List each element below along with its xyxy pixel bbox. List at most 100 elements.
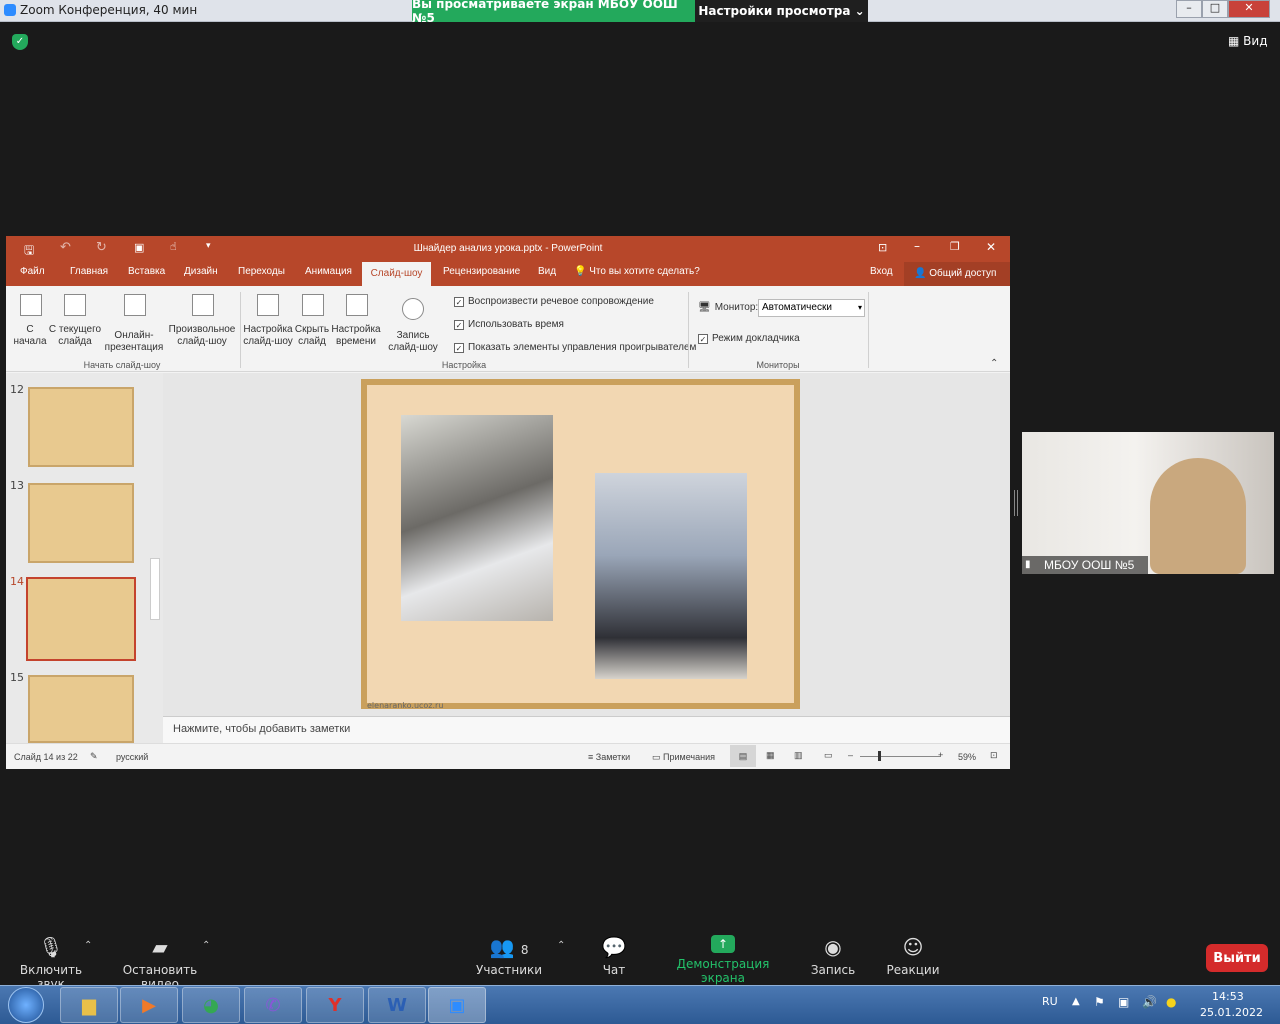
grid-icon: ▦	[1228, 34, 1240, 48]
slide-thumbnail-12[interactable]	[28, 387, 134, 467]
from-current-button[interactable]: С текущего слайда	[48, 324, 102, 348]
tab-slideshow[interactable]: Слайд-шоу	[362, 262, 431, 286]
unmute-button[interactable]: 🎙 Включить звук	[8, 935, 94, 991]
group-start-label: Начать слайд-шоу	[83, 360, 161, 370]
yandex-taskbar-icon[interactable]: Y	[306, 987, 364, 1023]
start-button[interactable]	[8, 987, 44, 1023]
zoom-in-icon[interactable]: +	[938, 750, 943, 760]
explorer-taskbar-icon[interactable]: ▆	[60, 987, 118, 1023]
language-indicator-tray[interactable]: RU	[1042, 995, 1058, 1008]
timings-checkbox[interactable]: ✓ Использовать время	[454, 319, 564, 330]
signal-icon: ▮	[1025, 559, 1031, 570]
view-button-label: Вид	[1243, 34, 1268, 48]
tell-me-search[interactable]: 💡 Что вы хотите сделать?	[574, 266, 700, 277]
ppt-close-button[interactable]: ✕	[986, 240, 996, 254]
minimize-button[interactable]: –	[1176, 0, 1202, 18]
collapse-ribbon-icon[interactable]: ⌃	[990, 358, 998, 369]
slide-thumbnail-14[interactable]	[26, 577, 136, 661]
slide-thumbnail-15[interactable]	[28, 675, 134, 743]
share-screen-button[interactable]: ↑ Демонстрация экрана	[658, 935, 788, 985]
share-screen-label: Демонстрация экрана	[676, 957, 770, 985]
spellcheck-icon[interactable]: ✎	[90, 751, 98, 762]
controls-check: ✓	[454, 342, 464, 353]
chat-button[interactable]: 💬 Чат	[594, 935, 634, 977]
reactions-button[interactable]: ☺ Реакции	[884, 935, 942, 977]
split-handle[interactable]	[1014, 490, 1018, 516]
group-divider	[688, 292, 689, 368]
tab-file[interactable]: Файл	[20, 266, 45, 277]
leave-button[interactable]: Выйти	[1206, 944, 1268, 972]
zoom-taskbar-icon[interactable]: ▣	[428, 987, 486, 1023]
viber-taskbar-icon[interactable]: ✆	[244, 987, 302, 1023]
action-center-flag-icon[interactable]: ⚑	[1094, 995, 1105, 1009]
audio-options-icon[interactable]: ⌃	[84, 940, 92, 951]
zoom-slider[interactable]	[860, 756, 940, 757]
controls-checkbox[interactable]: ✓ Показать элементы управления проигрыват…	[454, 342, 696, 353]
stop-video-button[interactable]: ▰ Остановить видео	[106, 935, 214, 991]
tab-design[interactable]: Дизайн	[184, 266, 218, 277]
rehearse-timings-button[interactable]: Настройка времени	[330, 324, 382, 348]
monitor-select[interactable]: Автоматически ▾	[758, 299, 865, 317]
thumb-scrollbar[interactable]	[150, 558, 160, 620]
custom-slideshow-icon	[192, 294, 214, 316]
clock-time[interactable]: 14:53	[1212, 990, 1244, 1003]
group-divider	[240, 292, 241, 368]
hide-slide-button[interactable]: Скрыть слайд	[294, 324, 330, 348]
narration-checkbox[interactable]: ✓ Воспроизвести речевое сопровождение	[454, 296, 654, 307]
narration-check: ✓	[454, 296, 464, 307]
signin-link[interactable]: Вход	[870, 266, 893, 277]
zoom-out-icon[interactable]: –	[848, 750, 853, 760]
zoom-level[interactable]: 59%	[958, 752, 976, 762]
view-button[interactable]: ▦ Вид	[1228, 34, 1268, 48]
chrome-taskbar-icon[interactable]: ◕	[182, 987, 240, 1023]
view-settings-button[interactable]: Настройки просмотра ⌄	[695, 0, 868, 22]
close-button[interactable]: ✕	[1228, 0, 1270, 18]
rehearse-timings-icon	[346, 294, 368, 316]
maximize-button[interactable]: □	[1202, 0, 1228, 18]
network-icon[interactable]: ▣	[1118, 995, 1129, 1009]
ppt-restore-button[interactable]: ❐	[950, 240, 960, 253]
record-button[interactable]: ◉ Запись	[806, 935, 860, 977]
sharing-banner: Вы просматриваете экран МБОУ ООШ №5	[412, 0, 695, 25]
clock-date[interactable]: 25.01.2022	[1200, 1006, 1263, 1019]
reading-view-icon[interactable]: ▥	[794, 750, 803, 761]
volume-icon[interactable]: 🔊	[1142, 995, 1157, 1009]
language-indicator[interactable]: русский	[116, 752, 148, 762]
zoom-slider-thumb[interactable]	[878, 751, 881, 761]
from-current-icon	[64, 294, 86, 316]
participant-video[interactable]: ▮ МБОУ ООШ №5	[1022, 432, 1274, 574]
tab-home[interactable]: Главная	[70, 266, 108, 277]
group-monitors-label: Мониторы	[756, 360, 800, 370]
security-shield-icon[interactable]: ✓	[12, 34, 28, 50]
record-slideshow-button[interactable]: Запись слайд-шоу	[382, 330, 444, 354]
video-options-icon[interactable]: ⌃	[202, 940, 210, 951]
ribbon-display-icon[interactable]: ⊡	[878, 241, 887, 254]
online-presentation-button[interactable]: Онлайн-презентация	[102, 330, 166, 354]
tab-insert[interactable]: Вставка	[128, 266, 165, 277]
slide-thumbnail-13[interactable]	[28, 483, 134, 563]
share-button[interactable]: 👤 Общий доступ	[904, 262, 1010, 286]
setup-slideshow-button[interactable]: Настройка слайд-шоу	[242, 324, 294, 348]
custom-slideshow-button[interactable]: Произвольное слайд-шоу	[166, 324, 238, 348]
normal-view-icon[interactable]: ▤	[730, 745, 756, 767]
presenter-view-checkbox[interactable]: ✓ Режим докладчика	[698, 333, 800, 344]
tray-expand-icon[interactable]: ▲	[1072, 996, 1080, 1007]
media-player-taskbar-icon[interactable]: ▶	[120, 987, 178, 1023]
participants-options-icon[interactable]: ⌃	[557, 940, 565, 951]
notes-pane[interactable]: Нажмите, чтобы добавить заметки	[163, 716, 1010, 743]
tray-app-icon[interactable]: ●	[1166, 995, 1176, 1009]
fit-to-window-icon[interactable]: ⊡	[990, 750, 998, 761]
tab-animations[interactable]: Анимация	[305, 266, 352, 277]
tab-review[interactable]: Рецензирование	[443, 266, 520, 277]
comments-toggle[interactable]: ▭ Примечания	[652, 752, 715, 763]
from-start-button[interactable]: С начала	[10, 324, 50, 348]
current-slide[interactable]: elenaranko.ucoz.ru	[361, 379, 800, 710]
slideshow-view-icon[interactable]: ▭	[824, 750, 833, 761]
tab-transitions[interactable]: Переходы	[238, 266, 285, 277]
participants-button[interactable]: 👥 8 Участники	[476, 935, 542, 977]
slide-sorter-icon[interactable]: ▦	[766, 750, 775, 761]
notes-toggle[interactable]: ≡ Заметки	[588, 752, 630, 762]
ppt-minimize-button[interactable]: –	[914, 239, 920, 253]
tab-view[interactable]: Вид	[538, 266, 556, 277]
word-taskbar-icon[interactable]: W	[368, 987, 426, 1023]
